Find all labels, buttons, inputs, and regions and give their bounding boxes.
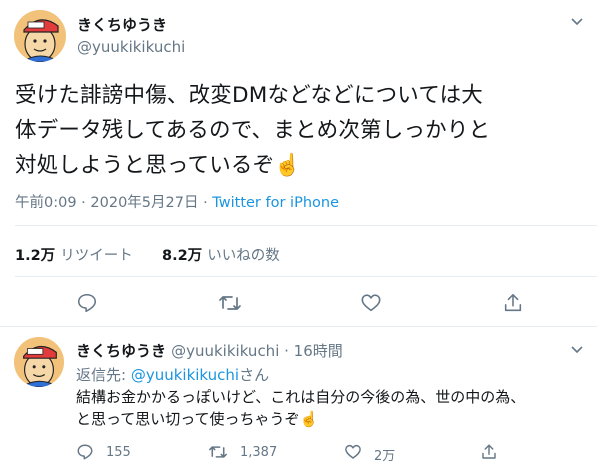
share-icon[interactable]	[502, 292, 524, 314]
meta-separator: ·	[198, 195, 213, 211]
like-label: いいねの数	[207, 248, 280, 264]
divider	[0, 326, 597, 327]
tweet-text-line: 受けた誹謗中傷、改変DMなどなどについては大	[15, 83, 484, 108]
timestamp[interactable]: 午前0:09 · 2020年5月27日	[15, 195, 198, 211]
reply-suffix: さん	[239, 366, 270, 384]
retweet-icon[interactable]	[208, 443, 228, 461]
tweet-text-line: 体データ残してあるので、まとめ次第しっかりと	[15, 118, 491, 143]
like-count: 2万	[374, 449, 396, 464]
replying-to: 返信先: @yuukikikuchiさん	[76, 364, 269, 385]
retweet-count: 1.2万	[15, 248, 56, 264]
retweet-stat[interactable]: 1.2万 リツイート	[15, 244, 133, 265]
retweet-icon[interactable]	[218, 292, 242, 314]
reply-header: きくちゆうき @yuukikikuchi · 16時間	[76, 340, 343, 361]
avatar[interactable]	[14, 10, 66, 62]
reply-count: 155	[106, 445, 131, 460]
share-icon[interactable]	[480, 443, 498, 461]
reply-text-line: と思って思い切って使っちゃうぞ☝️	[76, 410, 319, 428]
display-name[interactable]: きくちゆうき	[77, 14, 167, 35]
retweet-label: リツイート	[60, 248, 133, 264]
like-icon[interactable]	[360, 292, 382, 314]
tweet-meta: 午前0:09 · 2020年5月27日 · Twitter for iPhone	[15, 191, 339, 212]
handle-and-time[interactable]: @yuukikikuchi · 16時間	[171, 342, 343, 360]
handle[interactable]: @yuukikikuchi	[77, 38, 185, 56]
reply-icon[interactable]	[76, 292, 98, 314]
divider	[15, 225, 597, 226]
tweet-text-line: 対処しようと思っているぞ☝️	[15, 153, 302, 178]
like-stat[interactable]: 8.2万 いいねの数	[162, 244, 280, 265]
chevron-down-icon[interactable]	[569, 341, 585, 357]
reply-to-handle[interactable]: @yuukikikuchi	[131, 366, 239, 384]
retweet-count: 1,387	[240, 445, 278, 460]
reply-icon[interactable]	[76, 443, 94, 461]
reply-text-line: 結構お金かかるっぽいけど、これは自分の今後の為、世の中の為、	[76, 388, 526, 406]
chevron-down-icon[interactable]	[569, 13, 585, 29]
display-name[interactable]: きくちゆうき	[76, 342, 166, 360]
like-count: 8.2万	[162, 248, 203, 264]
divider	[15, 276, 597, 277]
like-icon[interactable]	[344, 443, 362, 461]
avatar[interactable]	[14, 337, 64, 387]
source-link[interactable]: Twitter for iPhone	[212, 195, 339, 211]
reply-prefix: 返信先:	[76, 366, 131, 384]
